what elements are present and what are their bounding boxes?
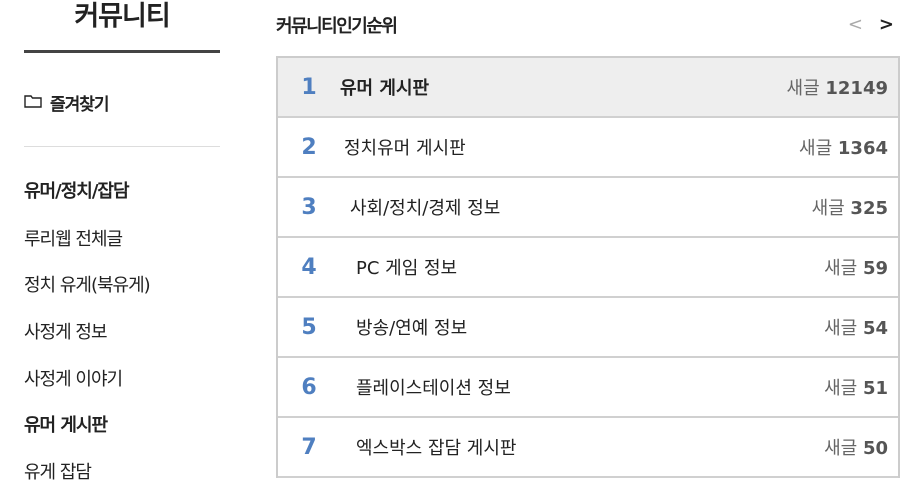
- ranking-row[interactable]: 7 엑스박스 잡담 게시판 새글 50: [278, 418, 898, 478]
- next-page-button[interactable]: >: [879, 14, 894, 35]
- favorites-label: 즐겨찾기: [50, 95, 110, 115]
- count-value: 1364: [837, 138, 888, 159]
- rank-number: 4: [301, 254, 317, 280]
- board-name: 엑스박스 잡담 게시판: [356, 438, 517, 459]
- ranking-row[interactable]: 5 방송/연예 정보 새글 54: [278, 298, 898, 358]
- ranking-pager: < >: [848, 14, 894, 35]
- rank-number: 7: [301, 434, 317, 460]
- folder-icon: [24, 93, 50, 113]
- new-post-count: 새글 12149: [787, 74, 898, 100]
- favorites-link[interactable]: 즐겨찾기: [24, 90, 110, 115]
- count-prefix: 새글: [786, 78, 820, 99]
- rank-number: 5: [301, 314, 317, 340]
- sidebar-item-humor-politics-chat[interactable]: 유머/정치/잡담: [24, 177, 130, 203]
- ranking-row[interactable]: 1 유머 게시판 새글 12149: [278, 58, 898, 118]
- count-value: 325: [850, 198, 888, 219]
- board-name: 정치유머 게시판: [344, 138, 466, 159]
- ranking-row[interactable]: 6 플레이스테이션 정보 새글 51: [278, 358, 898, 418]
- sidebar-item-sajeong-info[interactable]: 사정게 정보: [24, 318, 108, 344]
- count-prefix: 새글: [824, 318, 858, 339]
- count-value: 54: [862, 318, 888, 339]
- count-prefix: 새글: [824, 438, 858, 459]
- rank-number: 1: [301, 74, 317, 100]
- new-post-count: 새글 1364: [799, 134, 898, 160]
- sidebar-title: 커뮤니티: [24, 0, 220, 53]
- rank-number: 3: [301, 194, 317, 220]
- count-value: 59: [862, 258, 888, 279]
- board-name: 유머 게시판: [340, 78, 430, 99]
- prev-page-button[interactable]: <: [848, 14, 863, 35]
- ranking-row[interactable]: 3 사회/정치/경제 정보 새글 325: [278, 178, 898, 238]
- sidebar-item-all-posts[interactable]: 루리웹 전체글: [24, 225, 123, 251]
- count-prefix: 새글: [824, 378, 858, 399]
- board-name: 플레이스테이션 정보: [356, 378, 511, 399]
- sidebar-item-humor-board[interactable]: 유머 게시판: [24, 411, 108, 437]
- new-post-count: 새글 59: [824, 254, 898, 280]
- count-value: 12149: [825, 78, 888, 99]
- new-post-count: 새글 51: [824, 374, 898, 400]
- sidebar-item-sajeong-talk[interactable]: 사정게 이야기: [24, 365, 123, 391]
- board-name: 사회/정치/경제 정보: [350, 198, 501, 219]
- count-prefix: 새글: [824, 258, 858, 279]
- count-prefix: 새글: [811, 198, 845, 219]
- sidebar-item-humor-chat[interactable]: 유게 잡담: [24, 458, 92, 484]
- main-panel: 커뮤니티인기순위 < > 1 유머 게시판 새글 12149 2 정치유머 게시…: [276, 0, 900, 484]
- sidebar-divider: [24, 146, 220, 147]
- ranking-row[interactable]: 4 PC 게임 정보 새글 59: [278, 238, 898, 298]
- count-value: 50: [862, 438, 888, 459]
- new-post-count: 새글 325: [812, 194, 898, 220]
- new-post-count: 새글 50: [824, 434, 898, 460]
- ranking-list: 1 유머 게시판 새글 12149 2 정치유머 게시판 새글 1364 3 사…: [276, 56, 900, 478]
- new-post-count: 새글 54: [824, 314, 898, 340]
- ranking-title: 커뮤니티인기순위: [276, 16, 398, 37]
- rank-number: 2: [301, 134, 317, 160]
- board-name: 방송/연예 정보: [356, 318, 468, 339]
- rank-number: 6: [301, 374, 317, 400]
- board-name: PC 게임 정보: [356, 258, 458, 279]
- sidebar-item-politics-humor[interactable]: 정치 유게(북유게): [24, 271, 151, 297]
- sidebar: 커뮤니티 즐겨찾기 유머/정치/잡담 루리웹 전체글 정치 유게(북유게) 사정…: [0, 0, 240, 484]
- ranking-row[interactable]: 2 정치유머 게시판 새글 1364: [278, 118, 898, 178]
- count-prefix: 새글: [799, 138, 833, 159]
- count-value: 51: [862, 378, 888, 399]
